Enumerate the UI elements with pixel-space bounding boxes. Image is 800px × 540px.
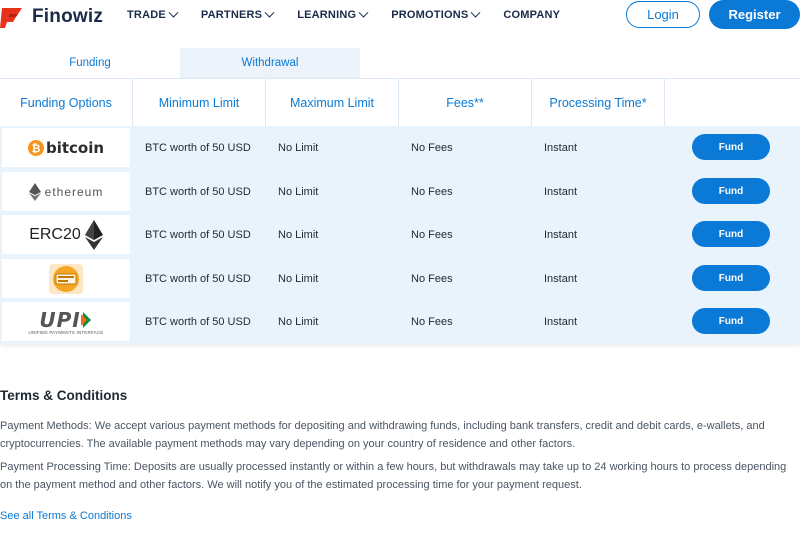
fees-cell: No Fees xyxy=(411,272,453,285)
payment-tabs: Funding Withdrawal xyxy=(0,48,360,78)
tab-funding[interactable]: Funding xyxy=(0,48,180,78)
erc20-label: ERC20 xyxy=(29,225,81,243)
brand-logo[interactable]: Finowiz xyxy=(0,4,103,30)
bitcoin-label: bitcoin xyxy=(45,138,105,157)
column-header-funding-options: Funding Options xyxy=(0,79,133,127)
column-header-minimum-limit: Minimum Limit xyxy=(133,79,266,127)
maximum-limit-cell: No Limit xyxy=(278,315,319,328)
maximum-limit-cell: No Limit xyxy=(278,141,319,154)
table-row: ERC20 BTC worth of 50 USD No Limit No Fe… xyxy=(0,213,800,256)
processing-time-cell: Instant xyxy=(544,228,578,241)
tab-withdrawal[interactable]: Withdrawal xyxy=(180,48,360,78)
column-header-fees: Fees** xyxy=(399,79,532,127)
processing-time-cell: Instant xyxy=(544,315,578,328)
minimum-limit-cell: BTC worth of 50 USD xyxy=(145,185,251,198)
bitcoin-logo-icon: ₿ xyxy=(27,139,44,156)
chevron-down-icon xyxy=(264,7,275,18)
nav-trade-label: TRADE xyxy=(127,9,166,21)
processing-time-cell: Instant xyxy=(544,272,578,285)
site-header: Finowiz TRADE PARTNERS LEARNING PROMOTIO… xyxy=(0,0,800,48)
fees-cell: No Fees xyxy=(411,315,453,328)
funding-option-cell: ₿ bitcoin xyxy=(2,128,130,167)
table-row: UPI UNIFIED PAYMENTS INTERFACE BTC worth… xyxy=(0,300,800,343)
table-header: Funding Options Minimum Limit Maximum Li… xyxy=(0,78,800,127)
payment-card-logo-icon xyxy=(49,263,83,294)
table-row: ₿ bitcoin BTC worth of 50 USD No Limit N… xyxy=(0,126,800,169)
fund-button[interactable]: Fund xyxy=(692,265,770,291)
fees-cell: No Fees xyxy=(411,141,453,154)
table-row: ethereum BTC worth of 50 USD No Limit No… xyxy=(0,170,800,213)
ethereum-logo-icon xyxy=(28,182,41,201)
nav-promotions[interactable]: PROMOTIONS xyxy=(391,7,481,21)
funding-option-cell: ethereum xyxy=(2,172,130,211)
upi-logo-icon xyxy=(80,312,91,328)
nav-learning[interactable]: LEARNING xyxy=(297,7,369,21)
nav-trade[interactable]: TRADE xyxy=(127,7,179,21)
funding-option-cell: ERC20 xyxy=(2,215,130,254)
brand-name: Finowiz xyxy=(32,6,104,27)
maximum-limit-cell: No Limit xyxy=(278,185,319,198)
column-header-maximum-limit: Maximum Limit xyxy=(266,79,399,127)
nav-company-label: COMPANY xyxy=(503,9,561,21)
fund-button[interactable]: Fund xyxy=(692,134,770,160)
fund-button[interactable]: Fund xyxy=(692,178,770,204)
fund-button[interactable]: Fund xyxy=(692,221,770,247)
ethereum-label: ethereum xyxy=(44,184,104,199)
chevron-down-icon xyxy=(168,7,179,18)
login-button[interactable]: Login xyxy=(626,1,700,28)
maximum-limit-cell: No Limit xyxy=(278,228,319,241)
terms-payment-methods-text: Payment Methods: We accept various payme… xyxy=(0,420,765,450)
svg-text:₿: ₿ xyxy=(31,142,40,155)
funding-option-cell: UPI UNIFIED PAYMENTS INTERFACE xyxy=(2,302,130,341)
minimum-limit-cell: BTC worth of 50 USD xyxy=(145,141,251,154)
chevron-down-icon xyxy=(358,7,369,18)
column-header-action xyxy=(665,79,800,127)
main-nav: TRADE PARTNERS LEARNING PROMOTIONS COMPA… xyxy=(127,0,584,30)
minimum-limit-cell: BTC worth of 50 USD xyxy=(145,272,251,285)
register-button[interactable]: Register xyxy=(709,0,800,29)
fees-cell: No Fees xyxy=(411,185,453,198)
nav-partners[interactable]: PARTNERS xyxy=(200,7,275,21)
terms-heading: Terms & Conditions xyxy=(0,388,128,403)
nav-learning-label: LEARNING xyxy=(297,9,357,21)
nav-company[interactable]: COMPANY xyxy=(503,9,560,21)
upi-label: UPI xyxy=(39,308,81,332)
nav-partners-label: PARTNERS xyxy=(200,9,263,21)
finowiz-logo-icon xyxy=(0,8,22,28)
erc20-logo-icon xyxy=(84,219,103,250)
column-header-processing-time: Processing Time* xyxy=(532,79,665,127)
nav-promotions-label: PROMOTIONS xyxy=(391,9,469,21)
fund-button[interactable]: Fund xyxy=(692,308,770,334)
table-row: BTC worth of 50 USD No Limit No Fees Ins… xyxy=(0,257,800,300)
processing-time-cell: Instant xyxy=(544,185,578,198)
minimum-limit-cell: BTC worth of 50 USD xyxy=(145,315,251,328)
fees-cell: No Fees xyxy=(411,228,453,241)
maximum-limit-cell: No Limit xyxy=(278,272,319,285)
see-all-terms-link[interactable]: See all Terms & Conditions xyxy=(0,510,132,522)
upi-subtitle: UNIFIED PAYMENTS INTERFACE xyxy=(28,330,104,335)
chevron-down-icon xyxy=(470,7,481,18)
minimum-limit-cell: BTC worth of 50 USD xyxy=(145,228,251,241)
payment-methods-table: Funding Options Minimum Limit Maximum Li… xyxy=(0,78,800,344)
funding-option-cell xyxy=(2,259,130,298)
processing-time-cell: Instant xyxy=(544,141,578,154)
terms-processing-time-text: Payment Processing Time: Deposits are us… xyxy=(0,461,787,491)
